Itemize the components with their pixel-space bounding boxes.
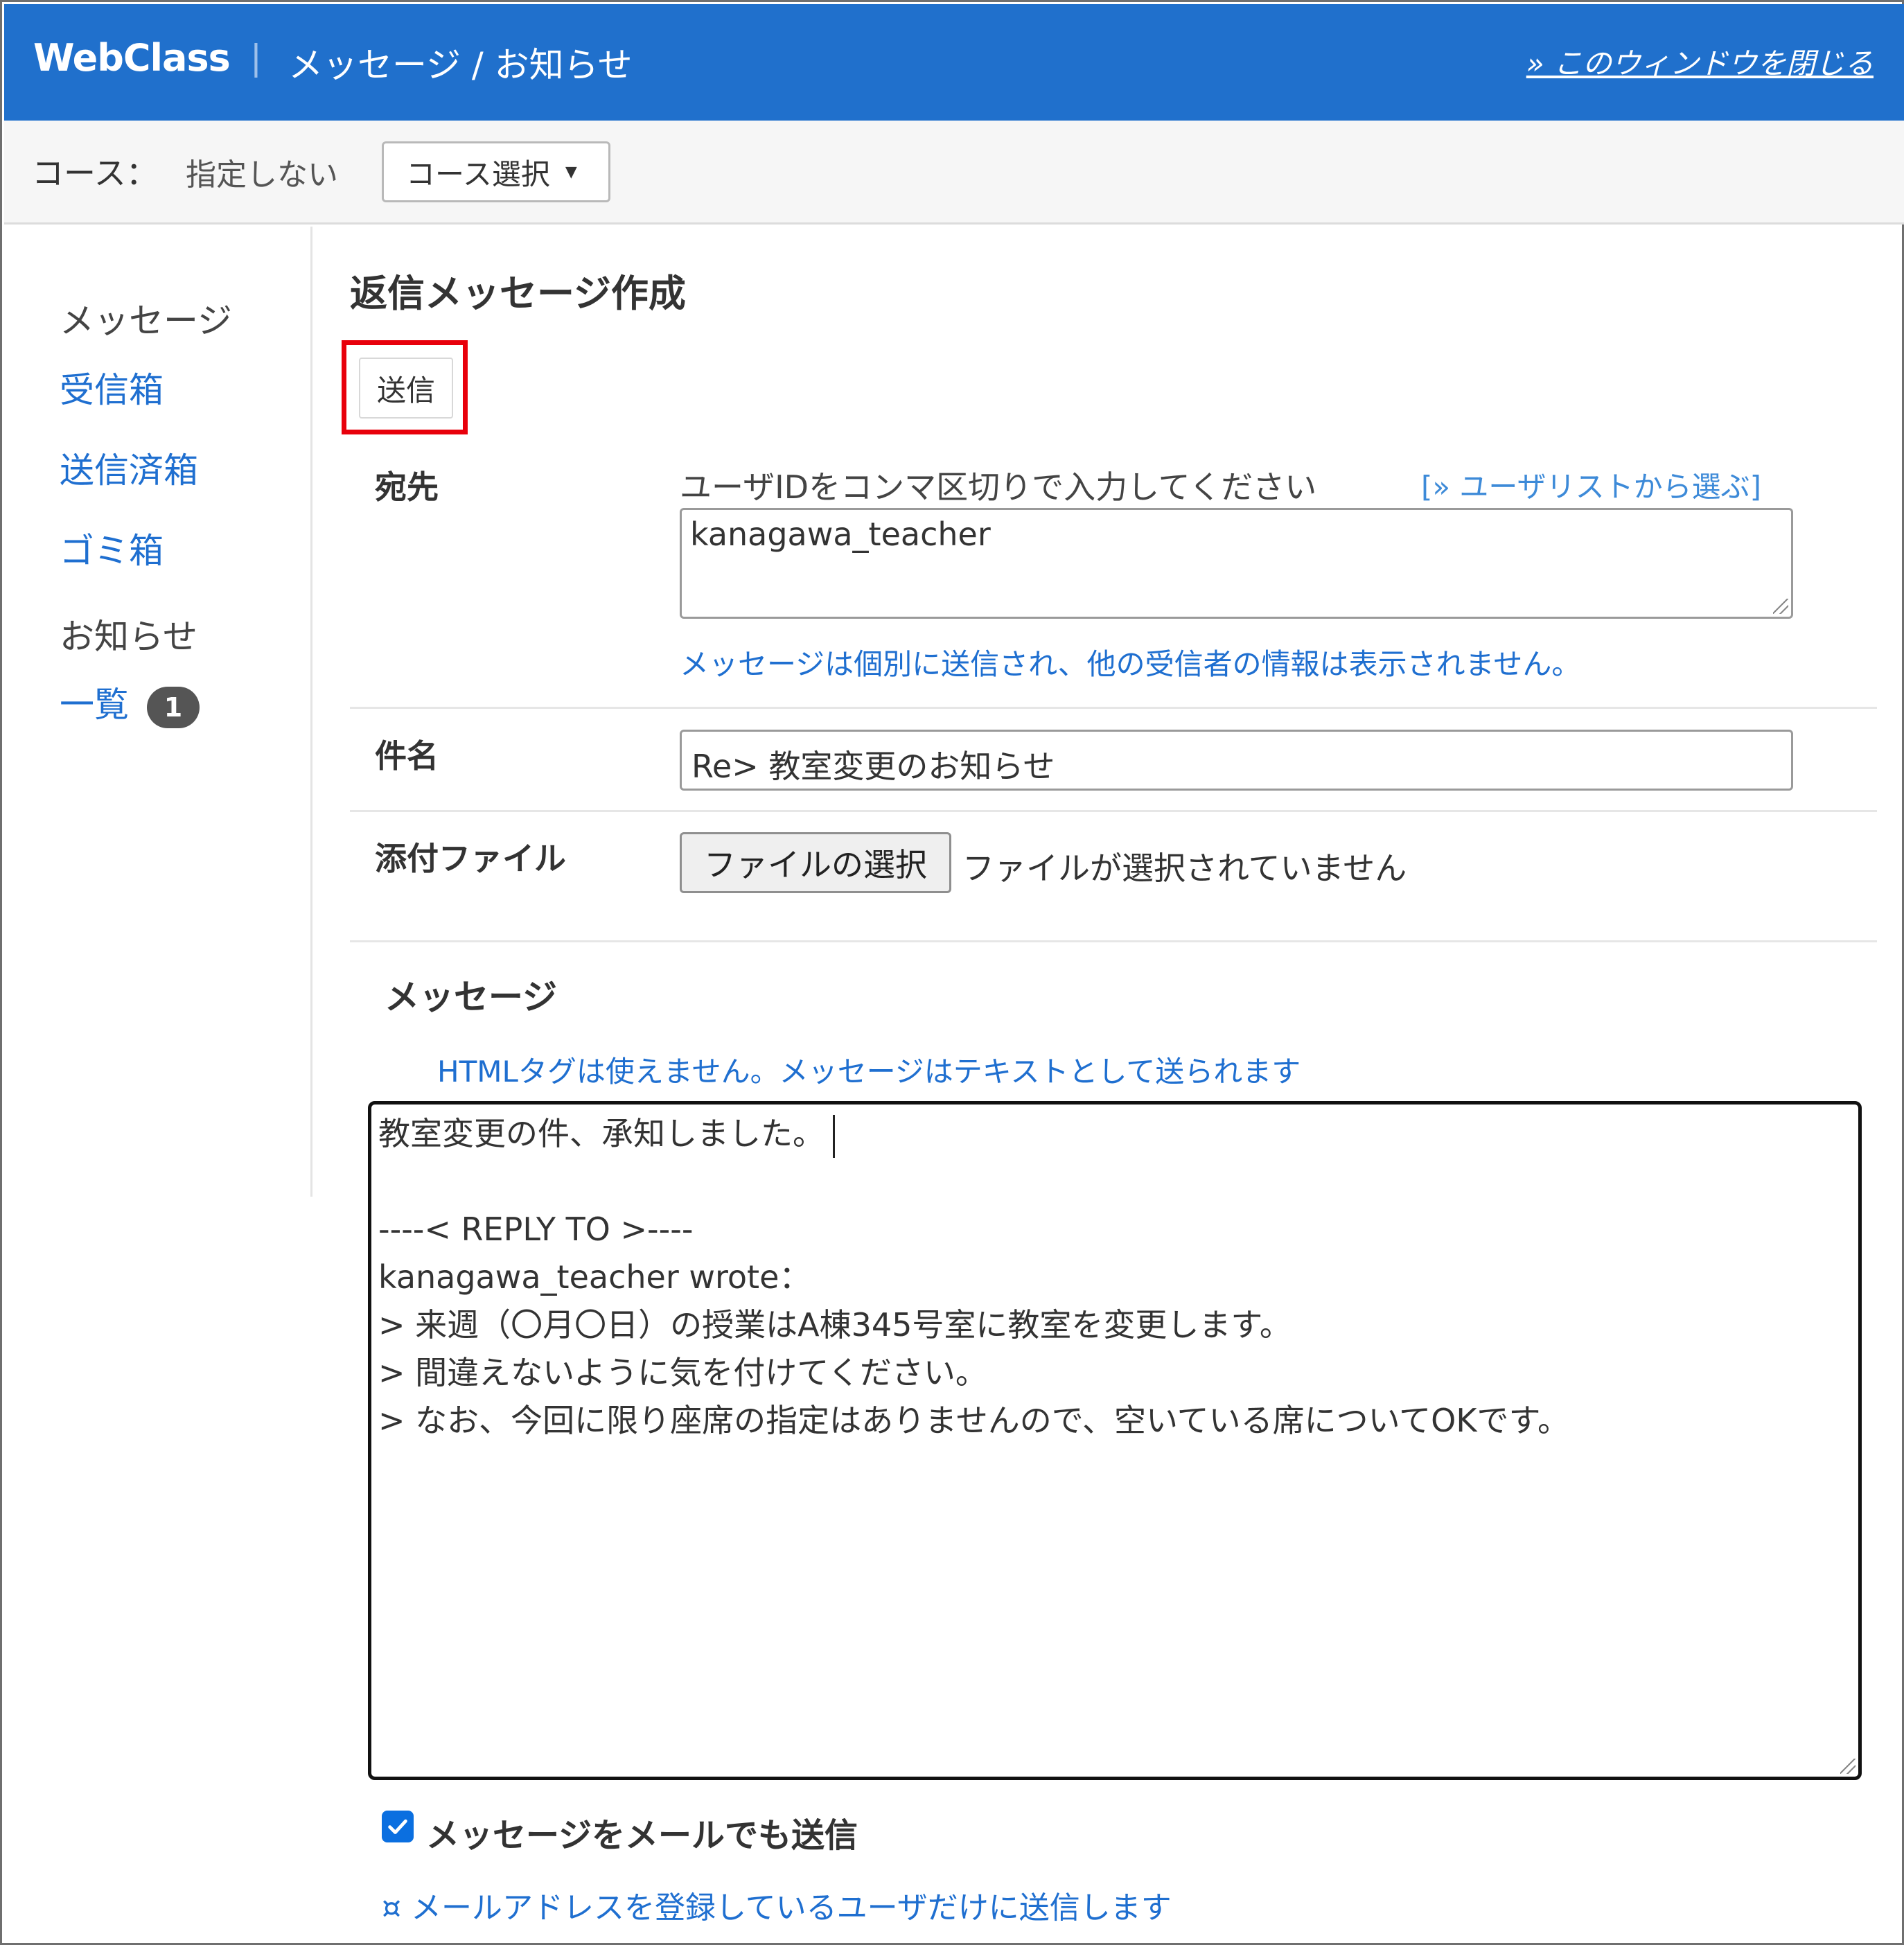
- divider: [350, 810, 1877, 812]
- compose-panel: 返信メッセージ作成 送信 宛先 ユーザIDをコンマ区切りで入力してください [»…: [312, 227, 1904, 1945]
- to-hint: ユーザIDをコンマ区切りで入力してください: [680, 468, 1317, 506]
- sidebar-heading-messages: メッセージ: [60, 301, 232, 341]
- to-label: 宛先: [375, 468, 439, 506]
- checkmark-icon: [388, 1819, 407, 1834]
- message-line: kanagawa_teacher wrote：: [378, 1258, 811, 1296]
- subject-input[interactable]: Re> 教室変更のお知らせ: [680, 730, 1793, 791]
- course-bar: コース： 指定しない コース選択 ▼: [4, 121, 1904, 225]
- subject-label: 件名: [375, 737, 439, 775]
- unread-count-badge: 1: [147, 686, 200, 728]
- header-bar: WebClass | メッセージ / お知らせ » このウィンドウを閉じる: [4, 4, 1904, 121]
- attachment-label: 添付ファイル: [375, 840, 566, 877]
- message-line: 教室変更の件、承知しました。: [378, 1110, 1851, 1158]
- course-select-label: コース選択: [406, 157, 550, 191]
- header-title: メッセージ / お知らせ: [288, 45, 633, 85]
- message-heading: メッセージ: [385, 977, 557, 1017]
- message-line: > なお、今回に限り座席の指定はありませんので、空いている席についてOKです。: [378, 1402, 1569, 1439]
- send-by-email-note: ¤ メールアドレスを登録しているユーザだけに送信します: [382, 1890, 1172, 1926]
- message-line: > 来週（〇月〇日）の授業はA棟345号室に教室を変更します。: [378, 1306, 1292, 1344]
- choose-file-button[interactable]: ファイルの選択: [680, 832, 951, 893]
- message-textarea[interactable]: 教室変更の件、承知しました。 ----< REPLY TO >---- kana…: [368, 1101, 1862, 1780]
- sidebar-item-sent[interactable]: 送信済箱: [60, 443, 198, 493]
- resize-handle-icon[interactable]: [1840, 1759, 1855, 1774]
- course-select-button[interactable]: コース選択 ▼: [382, 141, 610, 202]
- text-caret: [833, 1114, 835, 1158]
- course-value: 指定しない: [186, 157, 338, 193]
- message-line: > 間違えないように気を付けてください。: [378, 1354, 987, 1391]
- divider: [350, 940, 1877, 942]
- caret-down-icon: ▼: [565, 163, 577, 181]
- header-separator: |: [250, 37, 262, 78]
- pick-from-user-list-link[interactable]: [» ユーザリストから選ぶ]: [1421, 464, 1761, 506]
- sidebar-heading-notices: お知らせ: [60, 617, 197, 657]
- sidebar-item-notice-list-label: 一覧: [60, 685, 129, 725]
- sidebar-item-trash[interactable]: ゴミ箱: [60, 523, 164, 573]
- course-label: コース：: [32, 155, 158, 192]
- app-window: WebClass | メッセージ / お知らせ » このウィンドウを閉じる コー…: [0, 0, 1904, 1945]
- send-by-email-checkbox[interactable]: [382, 1811, 414, 1842]
- message-line: [378, 1158, 1851, 1206]
- send-by-email-label[interactable]: メッセージをメールでも送信: [426, 1808, 858, 1856]
- recipients-note: メッセージは個別に送信され、他の受信者の情報は表示されません。: [680, 647, 1581, 681]
- resize-handle-icon[interactable]: [1773, 599, 1788, 614]
- recipients-textarea[interactable]: kanagawa_teacher: [680, 508, 1793, 619]
- close-window-link[interactable]: » このウィンドウを閉じる: [1526, 40, 1874, 82]
- send-button[interactable]: 送信: [359, 358, 453, 419]
- sidebar-item-notice-list[interactable]: 一覧 1: [60, 677, 200, 728]
- file-status: ファイルが選択されていません: [962, 850, 1407, 887]
- sidebar: メッセージ 受信箱 送信済箱 ゴミ箱 お知らせ 一覧 1: [4, 227, 312, 1197]
- message-format-note: HTMLタグは使えません。メッセージはテキストとして送られます: [437, 1055, 1301, 1089]
- sidebar-item-inbox[interactable]: 受信箱: [60, 362, 164, 412]
- divider: [350, 707, 1877, 709]
- page-title: 返信メッセージ作成: [350, 272, 686, 315]
- brand-logo: WebClass: [33, 36, 231, 80]
- recipients-value: kanagawa_teacher: [690, 516, 991, 553]
- message-line: ----< REPLY TO >----: [378, 1211, 694, 1248]
